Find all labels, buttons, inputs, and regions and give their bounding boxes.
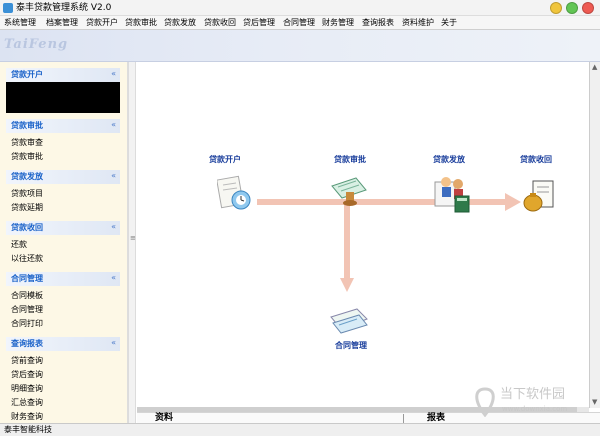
sidebar-item-loan-approval[interactable]: 贷款审批 xyxy=(11,152,43,162)
ledger-stamp-icon[interactable] xyxy=(330,172,368,210)
taifeng-logo: TaiFeng xyxy=(4,37,69,52)
menu-approve[interactable]: 贷款审批 xyxy=(125,17,157,28)
status-company: 泰丰智能科技 xyxy=(4,425,52,434)
status-bar: 泰丰智能科技 xyxy=(0,423,600,436)
collapse-icon[interactable]: « xyxy=(111,171,116,181)
people-calculator-icon[interactable] xyxy=(433,174,473,214)
sidebar-item-summary-query[interactable]: 汇总查询 xyxy=(11,398,43,408)
section-title: 贷款审批 xyxy=(11,121,43,130)
sidebar-item-contract-manage[interactable]: 合同管理 xyxy=(11,305,43,315)
watermark: 当下软件园 www.downxia.com xyxy=(470,385,600,421)
document-clock-icon[interactable] xyxy=(217,174,255,212)
menu-maintain[interactable]: 资料维护 xyxy=(402,17,434,28)
menu-issue[interactable]: 贷款发放 xyxy=(164,17,196,28)
collapse-icon[interactable]: « xyxy=(111,120,116,130)
sidebar-section-loan-approve[interactable]: 贷款审批 « xyxy=(6,119,120,133)
watermark-logo-icon xyxy=(475,387,495,417)
menu-recover[interactable]: 贷款收回 xyxy=(204,17,236,28)
flow-line-vertical xyxy=(344,202,350,280)
grip-icon: ≡ xyxy=(130,234,136,242)
flow-label-loan-approve[interactable]: 贷款审批 xyxy=(334,155,366,165)
watermark-url: www.downxia.com xyxy=(502,405,568,413)
flow-label-loan-issue[interactable]: 贷款发放 xyxy=(433,155,465,165)
section-title: 合同管理 xyxy=(11,274,43,283)
sidebar-section-reports[interactable]: 查询报表 « xyxy=(6,337,120,351)
sidebar-item-post-loan-query[interactable]: 贷后查询 xyxy=(11,370,43,380)
workflow-area: 贷款开户 贷款审批 贷款发放 贷款收回 合同管理 xyxy=(137,62,600,423)
menu-open[interactable]: 贷款开户 xyxy=(86,17,118,28)
flow-label-loan-open[interactable]: 贷款开户 xyxy=(209,155,241,165)
watermark-title: 当下软件园 xyxy=(500,387,566,402)
title-bar: 泰丰贷款管理系统 V2.0 xyxy=(0,0,600,16)
section-title: 贷款收回 xyxy=(11,223,43,232)
app-icon xyxy=(3,3,13,13)
window-title: 泰丰贷款管理系统 V2.0 xyxy=(16,3,112,13)
minimize-button[interactable] xyxy=(550,2,562,14)
sidebar-item-loan-extension[interactable]: 贷款延期 xyxy=(11,203,43,213)
sidebar-item-pre-loan-query[interactable]: 贷前查询 xyxy=(11,356,43,366)
sidebar-section-loan-recover[interactable]: 贷款收回 « xyxy=(6,221,120,235)
flow-label-contract[interactable]: 合同管理 xyxy=(335,341,367,351)
redacted-block xyxy=(6,82,120,113)
collapse-icon[interactable]: « xyxy=(111,69,116,79)
collapse-icon[interactable]: « xyxy=(111,338,116,348)
flow-arrowhead-down xyxy=(340,278,354,292)
vertical-scrollbar[interactable]: ▲ ▼ xyxy=(589,62,600,408)
section-title: 贷款发放 xyxy=(11,172,43,181)
menu-contract[interactable]: 合同管理 xyxy=(283,17,315,28)
menu-system[interactable]: 系统管理 xyxy=(4,17,36,28)
collapse-icon[interactable]: « xyxy=(111,273,116,283)
menu-bar: 系统管理 档案管理 贷款开户 贷款审批 贷款发放 贷款收回 贷后管理 合同管理 … xyxy=(0,16,600,30)
menu-about[interactable]: 关于 xyxy=(441,17,457,28)
sidebar-section-contract[interactable]: 合同管理 « xyxy=(6,272,120,286)
divider xyxy=(403,414,404,423)
panel-splitter[interactable]: ≡ xyxy=(128,62,136,423)
menu-post-loan[interactable]: 贷后管理 xyxy=(243,17,275,28)
banner: TaiFeng xyxy=(0,30,600,62)
sidebar-item-contract-print[interactable]: 合同打印 xyxy=(11,319,43,329)
contract-documents-icon[interactable] xyxy=(329,305,369,335)
money-bag-document-icon[interactable] xyxy=(523,179,557,215)
sidebar-item-repay[interactable]: 还款 xyxy=(11,240,27,250)
sidebar-section-loan-open[interactable]: 贷款开户 « xyxy=(6,68,120,82)
section-title: 查询报表 xyxy=(11,339,43,348)
close-button[interactable] xyxy=(582,2,594,14)
sidebar-item-finance-query[interactable]: 财务查询 xyxy=(11,412,43,422)
section-title: 贷款开户 xyxy=(11,70,43,79)
maximize-button[interactable] xyxy=(566,2,578,14)
sidebar-item-loan-project[interactable]: 贷款项目 xyxy=(11,189,43,199)
sidebar: 贷款开户 « 贷款审批 « 贷款审查 贷款审批 贷款发放 « 贷款项目 贷款延期… xyxy=(0,62,128,423)
flow-connectors xyxy=(257,193,521,292)
menu-reports[interactable]: 查询报表 xyxy=(362,17,394,28)
sidebar-item-contract-template[interactable]: 合同模板 xyxy=(11,291,43,301)
flow-arrowhead-right xyxy=(505,193,521,211)
sidebar-item-detail-query[interactable]: 明细查询 xyxy=(11,384,43,394)
sidebar-item-loan-review[interactable]: 贷款审查 xyxy=(11,138,43,148)
menu-archive[interactable]: 档案管理 xyxy=(46,17,78,28)
menu-finance[interactable]: 财务管理 xyxy=(322,17,354,28)
sidebar-item-past-repay[interactable]: 以往还款 xyxy=(11,254,43,264)
scroll-up-icon[interactable]: ▲ xyxy=(592,63,597,71)
collapse-icon[interactable]: « xyxy=(111,222,116,232)
sidebar-section-loan-issue[interactable]: 贷款发放 « xyxy=(6,170,120,184)
flow-label-loan-recover[interactable]: 贷款收回 xyxy=(520,155,552,165)
